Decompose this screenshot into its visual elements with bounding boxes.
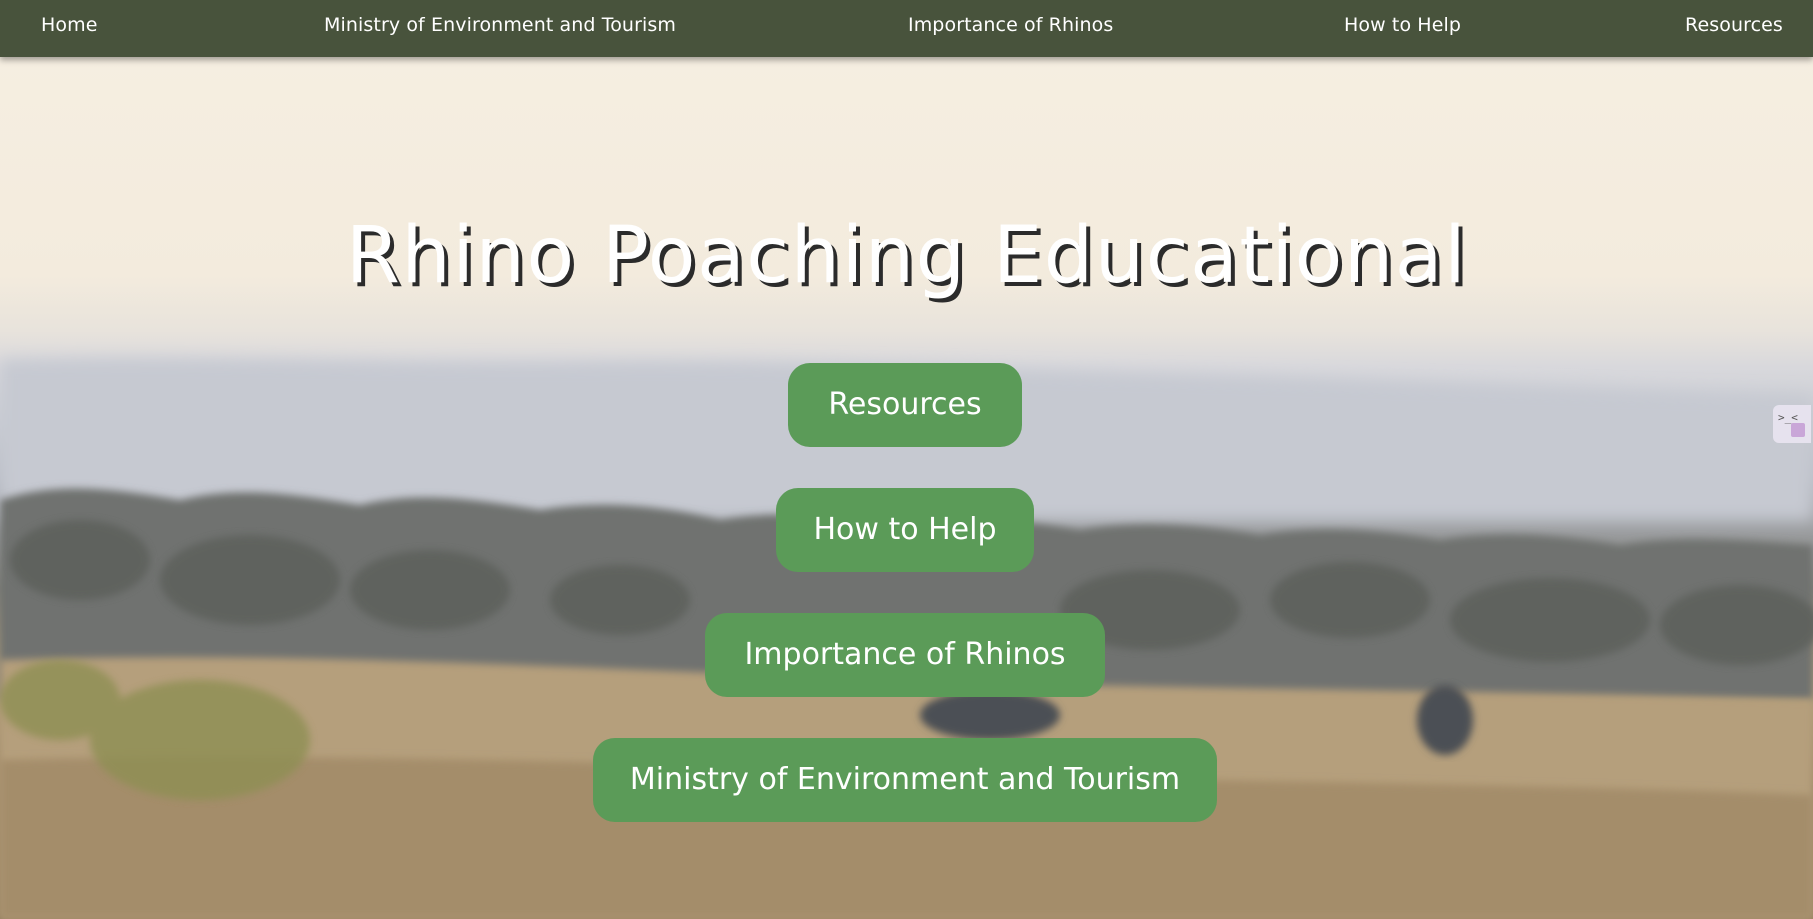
extension-square-icon bbox=[1791, 423, 1805, 437]
top-navigation-bar: Home Ministry of Environment and Tourism… bbox=[0, 0, 1813, 57]
hero-title: Rhino Poaching Educational bbox=[345, 211, 1468, 301]
ministry-button[interactable]: Ministry of Environment and Tourism bbox=[593, 738, 1217, 822]
how-to-help-button[interactable]: How to Help bbox=[776, 488, 1034, 572]
nav-link-home[interactable]: Home bbox=[41, 12, 98, 38]
nav-link-ministry[interactable]: Ministry of Environment and Tourism bbox=[324, 12, 676, 38]
nav-link-importance-of-rhinos[interactable]: Importance of Rhinos bbox=[908, 12, 1113, 38]
nav-link-resources[interactable]: Resources bbox=[1685, 12, 1783, 38]
resources-button[interactable]: Resources bbox=[788, 363, 1022, 447]
nav-link-how-to-help[interactable]: How to Help bbox=[1344, 12, 1461, 38]
page: Home Ministry of Environment and Tourism… bbox=[0, 0, 1813, 919]
extension-widget-button[interactable]: >_< bbox=[1773, 405, 1811, 443]
importance-of-rhinos-button[interactable]: Importance of Rhinos bbox=[705, 613, 1105, 697]
